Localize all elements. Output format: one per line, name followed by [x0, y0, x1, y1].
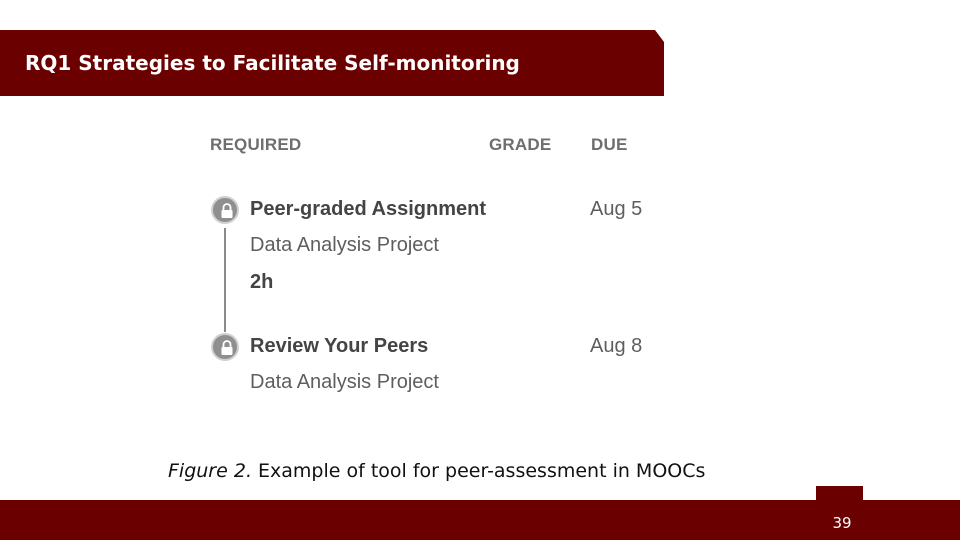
timeline-connector	[224, 228, 226, 332]
lock-icon	[211, 196, 239, 224]
review-due-date: Aug 8	[590, 335, 643, 357]
page-number: 39	[832, 514, 852, 532]
assignment-title[interactable]: Peer-graded Assignment	[250, 198, 486, 221]
header-required: REQUIRED	[210, 135, 302, 154]
review-title[interactable]: Review Your Peers	[250, 335, 428, 358]
assignment-due-date: Aug 5	[590, 198, 643, 220]
header-grade: GRADE	[489, 135, 552, 154]
review-subtitle: Data Analysis Project	[250, 371, 439, 393]
figure-caption: Figure 2. Example of tool for peer-asses…	[168, 460, 705, 482]
assignment-subtitle: Data Analysis Project	[250, 234, 439, 256]
lock-icon	[211, 333, 239, 361]
assignment-duration: 2h	[250, 271, 274, 293]
header-due: DUE	[591, 135, 628, 154]
slide-title: RQ1 Strategies to Facilitate Self-monito…	[25, 51, 520, 75]
caption-label: Figure 2.	[168, 460, 252, 482]
caption-text: Example of tool for peer-assessment in M…	[251, 460, 706, 482]
